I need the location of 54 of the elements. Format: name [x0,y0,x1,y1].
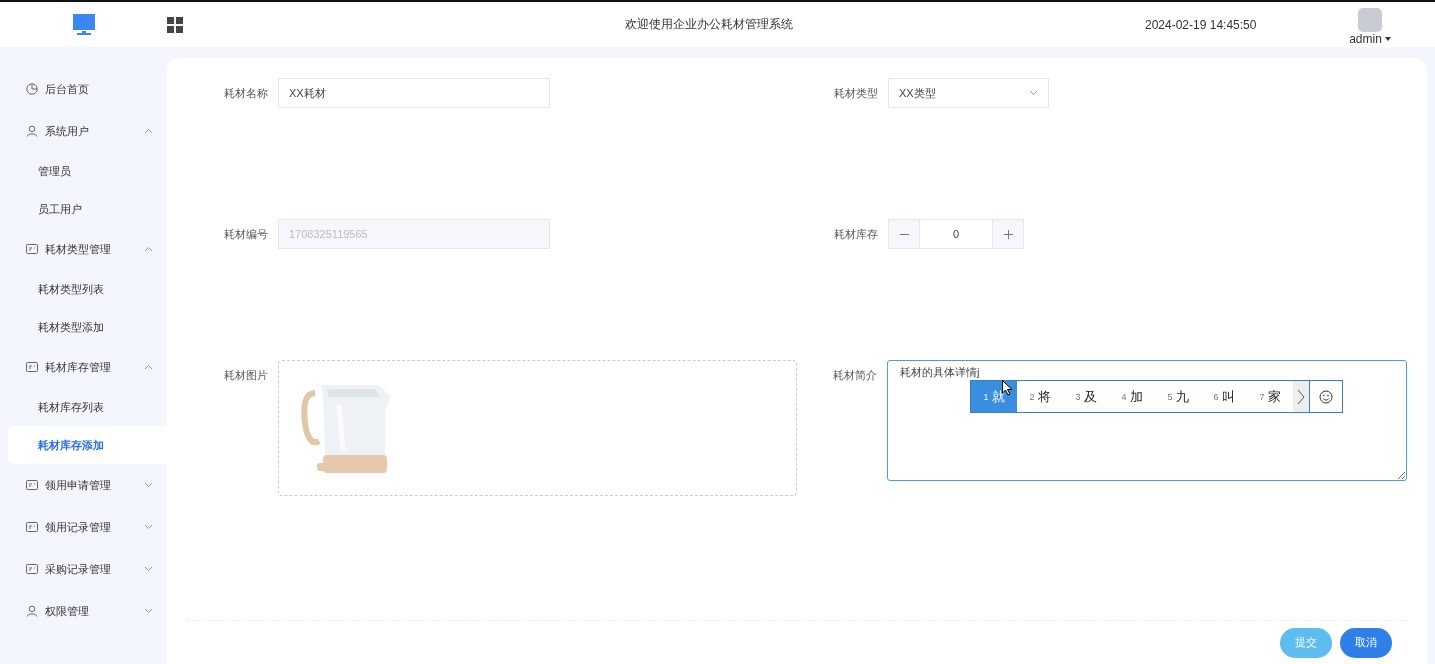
sidebar-subitem[interactable]: 耗材库存添加 [8,426,167,464]
chevron-down-icon [144,524,153,530]
decrement-button[interactable] [889,220,919,248]
smiley-icon [1319,389,1333,404]
increment-button[interactable] [993,220,1023,248]
cancel-button[interactable]: 取消 [1340,627,1392,658]
datetime: 2024-02-19 14:45:50 [1145,17,1258,32]
card-icon [26,480,38,490]
caret-icon [1384,36,1391,41]
chevron-up-icon [144,128,153,134]
grid-menu-icon[interactable] [167,16,183,33]
sidebar-item[interactable]: 后台首页 [0,68,167,110]
user-icon [26,605,38,617]
user-icon [26,125,38,137]
field-label: 耗材库存 [833,227,879,242]
sidebar-item[interactable]: 领用记录管理 [0,506,167,548]
sidebar-item[interactable]: 领用申请管理 [0,464,167,506]
select-field[interactable]: XX类型 [888,78,1049,108]
avatar[interactable] [1358,7,1382,32]
card-icon [26,522,38,532]
sidebar-item[interactable]: 权限管理 [0,590,167,632]
system-title: 欢迎使用企业办公耗材管理系统 [624,16,794,33]
minus-icon [899,233,909,235]
field-label: 耗材名称 [223,86,269,101]
image-upload-box[interactable] [278,360,797,496]
chevron-down-icon [144,566,153,572]
field-label: 耗材图片 [223,368,269,383]
chevron-up-icon [144,246,153,252]
plus-icon [1003,229,1013,239]
chevron-right-icon [1297,388,1305,405]
field-label: 耗材简介 [832,368,878,383]
chevron-up-icon [144,364,153,370]
chevron-down-icon [144,482,153,488]
field-label: 耗材编号 [223,227,269,242]
field-label: 耗材类型 [833,86,879,101]
sidebar-subitem[interactable]: 管理员 [8,152,167,190]
sidebar-subitem[interactable]: 员工用户 [8,190,167,228]
sidebar-subitem[interactable]: 耗材类型添加 [8,308,167,346]
chevron-down-icon [1029,90,1038,96]
next-page-button[interactable] [1293,381,1309,412]
monitor-icon [72,13,95,36]
pie-chart-icon [26,83,38,95]
sidebar-subitem[interactable]: 耗材库存列表 [8,388,167,426]
sidebar-item[interactable]: 耗材类型管理 [0,228,167,270]
user-menu[interactable]: admin [1349,31,1391,46]
text-field[interactable]: XX耗材 [278,78,550,108]
card-icon [26,564,38,574]
sidebar-item[interactable]: 耗材库存管理 [0,346,167,388]
card-icon [26,362,38,372]
card-icon [26,244,38,254]
sidebar-item[interactable]: 系统用户 [0,110,167,152]
sidebar-item[interactable]: 采购记录管理 [0,548,167,590]
chevron-down-icon [144,608,153,614]
sidebar-subitem[interactable]: 耗材类型列表 [8,270,167,308]
